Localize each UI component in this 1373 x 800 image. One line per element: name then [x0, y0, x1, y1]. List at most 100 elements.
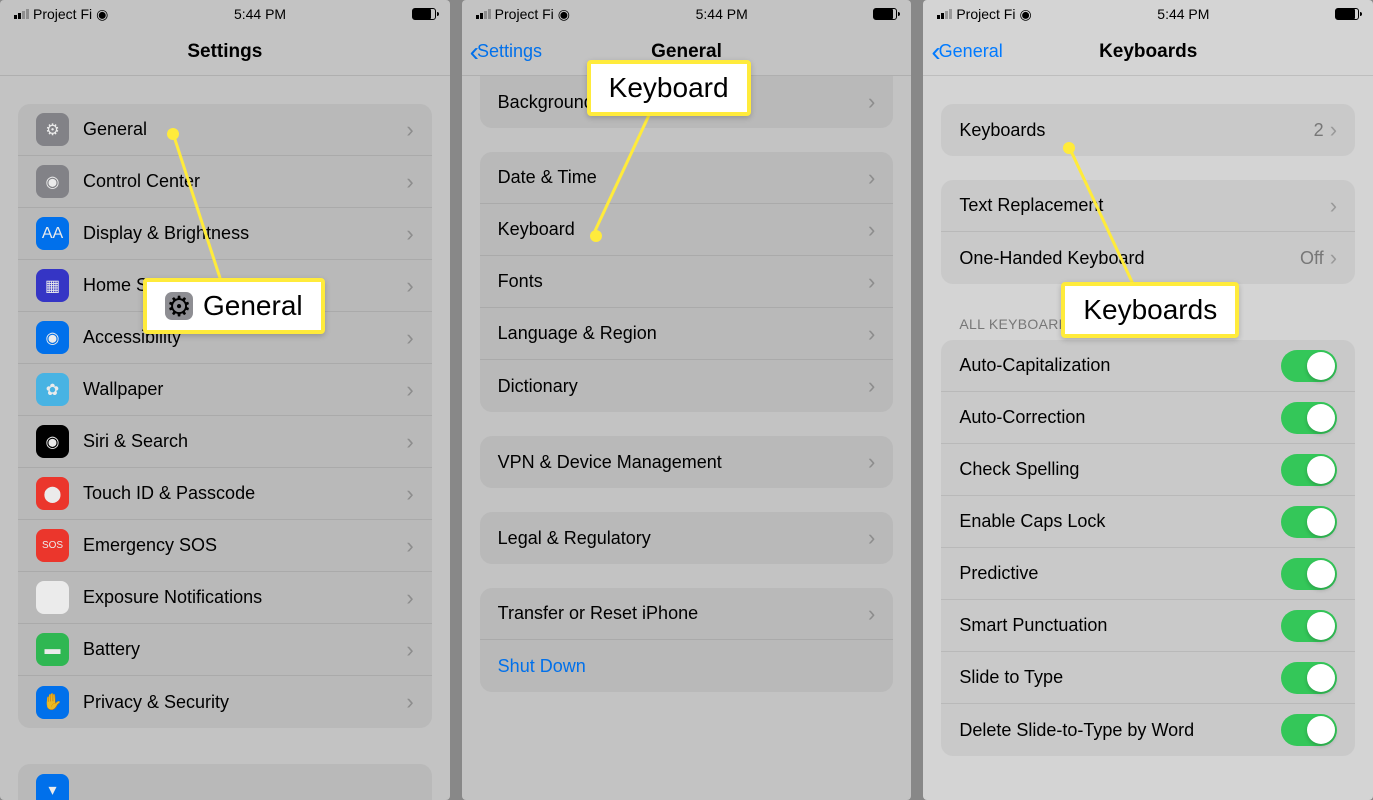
back-button[interactable]: ‹ General [923, 36, 1002, 68]
toggle-switch[interactable] [1281, 714, 1337, 746]
row-label: Predictive [959, 563, 1281, 584]
list-item[interactable]: Check Spelling [941, 444, 1355, 496]
row-label: Auto-Capitalization [959, 355, 1281, 376]
chevron-right-icon: › [406, 689, 413, 715]
chevron-right-icon: › [406, 117, 413, 143]
row-icon: ◉ [36, 165, 69, 198]
toggle-switch[interactable] [1281, 610, 1337, 642]
list-item[interactable]: Auto-Correction [941, 392, 1355, 444]
carrier-label: Project Fi [33, 6, 92, 22]
list-item[interactable]: ▾ [18, 764, 432, 800]
gear-icon: ⚙ [165, 292, 193, 320]
row-label: Check Spelling [959, 459, 1281, 480]
list-item[interactable]: Keyboards2› [941, 104, 1355, 156]
toggle-switch[interactable] [1281, 558, 1337, 590]
row-label: Display & Brightness [83, 223, 406, 244]
toggle-switch[interactable] [1281, 402, 1337, 434]
list-item[interactable]: Shut Down [480, 640, 894, 692]
row-icon: ▾ [36, 774, 69, 800]
row-label: Exposure Notifications [83, 587, 406, 608]
row-label: Keyboard [498, 219, 868, 240]
nav-bar: ‹ General Keyboards [923, 28, 1373, 76]
row-icon: AA [36, 217, 69, 250]
list-item[interactable]: Date & Time› [480, 152, 894, 204]
row-label: Enable Caps Lock [959, 511, 1281, 532]
chevron-right-icon: › [406, 585, 413, 611]
chevron-right-icon: › [406, 377, 413, 403]
wifi-icon: ◉ [1019, 6, 1031, 23]
list-item[interactable]: VPN & Device Management› [480, 436, 894, 488]
list-item[interactable]: Smart Punctuation [941, 600, 1355, 652]
row-label: Privacy & Security [83, 692, 406, 713]
chevron-right-icon: › [868, 89, 875, 115]
row-label: Touch ID & Passcode [83, 483, 406, 504]
row-value: 2 [1314, 120, 1324, 141]
row-icon: ◉ [36, 321, 69, 354]
row-label: Battery [83, 639, 406, 660]
wifi-icon: ◉ [558, 6, 570, 23]
list-item[interactable]: Slide to Type [941, 652, 1355, 704]
row-label: Keyboards [959, 120, 1313, 141]
list-item[interactable]: ⬤Touch ID & Passcode› [18, 468, 432, 520]
chevron-right-icon: › [406, 221, 413, 247]
group: Keyboards2› [941, 104, 1355, 156]
list-item[interactable]: Dictionary› [480, 360, 894, 412]
chevron-right-icon: › [868, 449, 875, 475]
chevron-right-icon: › [868, 601, 875, 627]
row-label: Wallpaper [83, 379, 406, 400]
status-bar: Project Fi ◉ 5:44 PM [923, 0, 1373, 28]
list-item[interactable]: Transfer or Reset iPhone› [480, 588, 894, 640]
list-item[interactable]: One-Handed KeyboardOff› [941, 232, 1355, 284]
page-title: Keyboards [1099, 41, 1197, 63]
group: Date & Time›Keyboard›Fonts›Language & Re… [480, 152, 894, 412]
list-item[interactable]: SOSEmergency SOS› [18, 520, 432, 572]
toggle-switch[interactable] [1281, 506, 1337, 538]
back-button[interactable]: ‹ Settings [462, 36, 542, 68]
list-item[interactable]: ⚙General› [18, 104, 432, 156]
battery-icon [1335, 8, 1359, 20]
row-label: VPN & Device Management [498, 452, 868, 473]
toggle-switch[interactable] [1281, 454, 1337, 486]
list-item[interactable]: Delete Slide-to-Type by Word [941, 704, 1355, 756]
list-item[interactable]: ✱ Exposure Notifications› [18, 572, 432, 624]
list-item[interactable]: Text Replacement› [941, 180, 1355, 232]
list-item[interactable]: Enable Caps Lock [941, 496, 1355, 548]
toggle-switch[interactable] [1281, 350, 1337, 382]
group: VPN & Device Management› [480, 436, 894, 488]
row-icon: ▬ [36, 633, 69, 666]
battery-icon [412, 8, 436, 20]
list-item[interactable]: ◉Control Center› [18, 156, 432, 208]
chevron-right-icon: › [1330, 193, 1337, 219]
callout-keyboards: Keyboards [1061, 282, 1239, 338]
chevron-right-icon: › [406, 533, 413, 559]
chevron-right-icon: › [406, 273, 413, 299]
list-item[interactable]: Legal & Regulatory› [480, 512, 894, 564]
list-item[interactable]: ◉Siri & Search› [18, 416, 432, 468]
list-item[interactable]: Auto-Capitalization [941, 340, 1355, 392]
list-item[interactable]: AA Display & Brightness› [18, 208, 432, 260]
list-item[interactable]: Fonts› [480, 256, 894, 308]
chevron-right-icon: › [868, 269, 875, 295]
toggle-switch[interactable] [1281, 662, 1337, 694]
row-icon: ✱ [36, 581, 69, 614]
screen-keyboards: Project Fi ◉ 5:44 PM ‹ General Keyboards… [923, 0, 1373, 800]
row-value: Off [1300, 248, 1324, 269]
chevron-right-icon: › [406, 169, 413, 195]
group: Text Replacement›One-Handed KeyboardOff› [941, 180, 1355, 284]
row-label: Shut Down [498, 656, 876, 677]
list-item[interactable]: Predictive [941, 548, 1355, 600]
row-label: Slide to Type [959, 667, 1281, 688]
list-item[interactable]: ✿Wallpaper› [18, 364, 432, 416]
callout-general: ⚙ General [143, 278, 325, 334]
settings-list-2: ▾ [18, 764, 432, 800]
signal-icon [476, 9, 491, 19]
list-item[interactable]: Language & Region› [480, 308, 894, 360]
list-item[interactable]: ✋Privacy & Security› [18, 676, 432, 728]
row-label: Dictionary [498, 376, 868, 397]
group: Legal & Regulatory› [480, 512, 894, 564]
row-label: General [83, 119, 406, 140]
chevron-right-icon: › [406, 637, 413, 663]
list-item[interactable]: ▬ Battery› [18, 624, 432, 676]
row-label: Delete Slide-to-Type by Word [959, 720, 1281, 741]
list-item[interactable]: Keyboard› [480, 204, 894, 256]
